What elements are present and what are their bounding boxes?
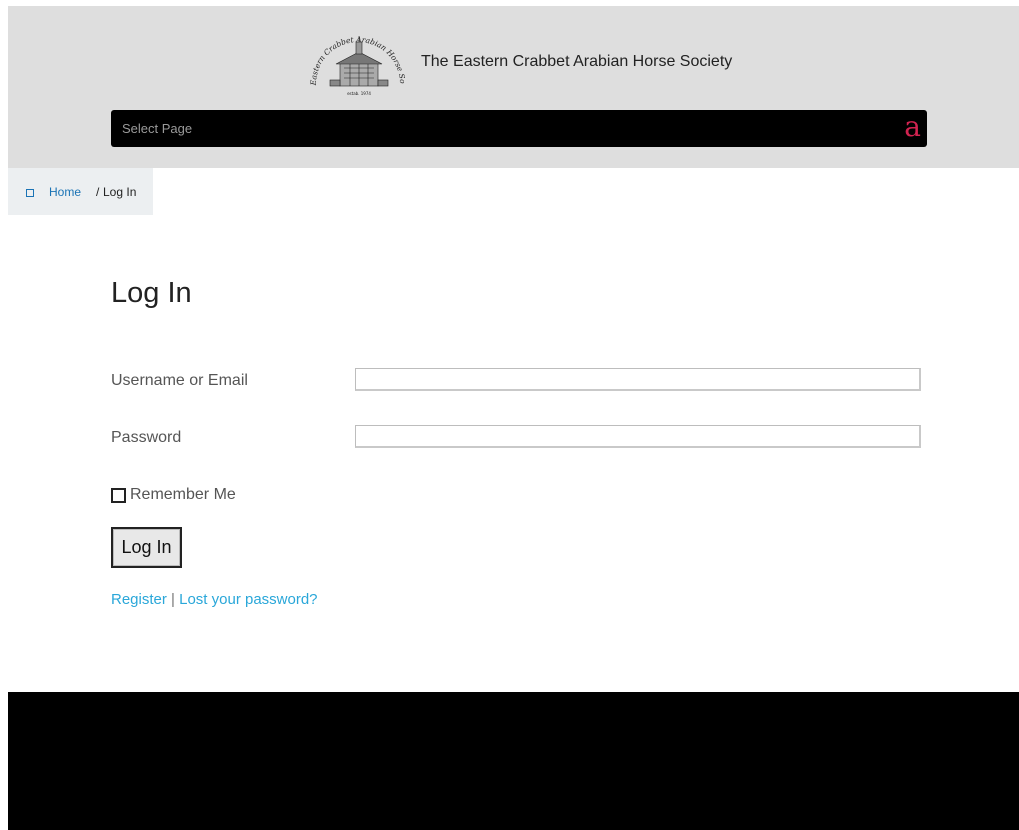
site-footer [8,692,1019,830]
breadcrumb-separator: / [96,185,100,199]
remember-me-checkbox[interactable] [111,488,126,503]
breadcrumb-home-link[interactable]: Home [49,185,81,199]
logo-established-text: estab. 1974 [347,91,371,96]
register-link[interactable]: Register [111,591,167,608]
breadcrumb-current: Log In [103,185,137,199]
society-seal-logo[interactable]: The Eastern Crabbet Arabian Horse Societ… [306,24,410,100]
lost-password-link[interactable]: Lost your password? [179,591,317,608]
login-button[interactable]: Log In [111,527,182,568]
mobile-nav-bar[interactable]: Select Page a [111,110,927,147]
page-title: Log In [111,277,192,309]
username-input[interactable] [355,368,921,391]
site-title[interactable]: The Eastern Crabbet Arabian Horse Societ… [421,53,732,71]
password-label: Password [111,429,182,446]
site-header: The Eastern Crabbet Arabian Horse Societ… [8,6,1019,168]
breadcrumb: Home / Log In [8,168,153,215]
links-separator: | [171,591,175,608]
account-links: Register | Lost your password? [111,591,318,608]
home-icon[interactable] [26,189,34,197]
select-page-label[interactable]: Select Page [122,121,192,136]
remember-me-label[interactable]: Remember Me [130,486,236,504]
username-label: Username or Email [111,372,248,389]
menu-toggle-icon[interactable]: a [904,111,921,143]
password-input[interactable] [355,425,921,448]
